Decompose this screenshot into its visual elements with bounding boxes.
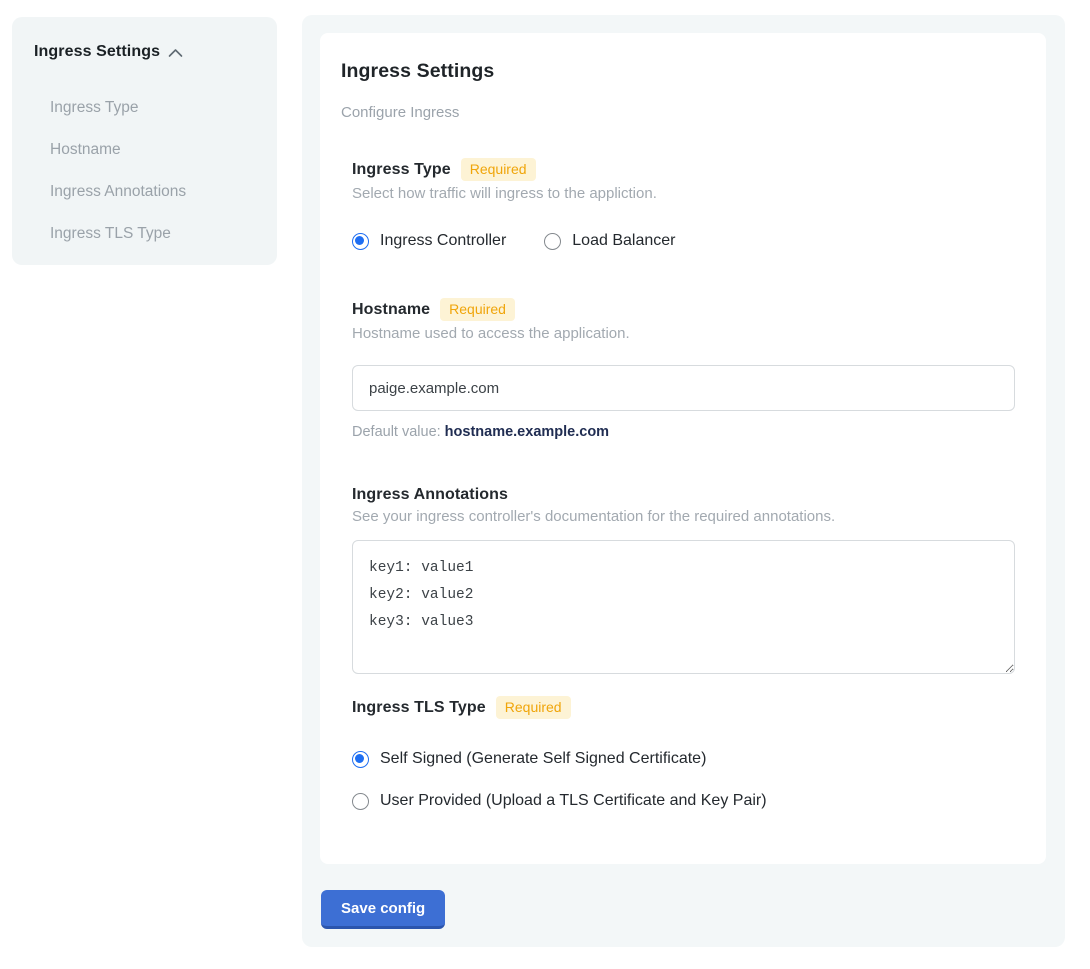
- radio-self-signed[interactable]: Self Signed (Generate Self Signed Certif…: [352, 750, 1015, 768]
- radio-user-provided[interactable]: User Provided (Upload a TLS Certificate …: [352, 792, 1015, 810]
- radio-button-icon[interactable]: [352, 751, 369, 768]
- sidebar-item-list: Ingress Type Hostname Ingress Annotation…: [34, 87, 257, 255]
- page-subtitle: Configure Ingress: [341, 104, 1015, 121]
- field-ingress-annotations: Ingress Annotations See your ingress con…: [352, 486, 1015, 674]
- required-badge: Required: [496, 696, 571, 719]
- sidebar-item-ingress-tls-type[interactable]: Ingress TLS Type: [50, 213, 257, 255]
- radio-label: Self Signed (Generate Self Signed Certif…: [380, 750, 706, 768]
- sidebar-item-ingress-annotations[interactable]: Ingress Annotations: [50, 171, 257, 213]
- required-badge: Required: [440, 298, 515, 321]
- radio-button-icon[interactable]: [352, 233, 369, 250]
- field-ingress-tls-type: Ingress TLS Type Required Self Signed (G…: [352, 696, 1015, 810]
- default-value-text: hostname.example.com: [445, 424, 609, 440]
- required-badge: Required: [461, 158, 536, 181]
- hostname-default-line: Default value:hostname.example.com: [352, 424, 1015, 440]
- sidebar-item-ingress-type[interactable]: Ingress Type: [50, 87, 257, 129]
- hostname-description: Hostname used to access the application.: [352, 325, 1015, 342]
- radio-label: Ingress Controller: [380, 232, 506, 250]
- page-title: Ingress Settings: [341, 60, 1015, 83]
- radio-button-icon[interactable]: [544, 233, 561, 250]
- radio-label: Load Balancer: [572, 232, 675, 250]
- radio-ingress-controller[interactable]: Ingress Controller: [352, 232, 506, 250]
- ingress-settings-card: Ingress Settings Configure Ingress Ingre…: [320, 33, 1046, 864]
- ingress-type-radio-group: Ingress Controller Load Balancer: [352, 232, 1015, 250]
- sidebar-section-title: Ingress Settings: [34, 43, 160, 61]
- hostname-input[interactable]: [352, 365, 1015, 411]
- sidebar-section-toggle[interactable]: Ingress Settings: [34, 43, 257, 61]
- ingress-type-label: Ingress Type: [352, 161, 451, 179]
- settings-nav-sidebar: Ingress Settings Ingress Type Hostname I…: [12, 17, 277, 265]
- sidebar-item-hostname[interactable]: Hostname: [50, 129, 257, 171]
- ingress-tls-type-label: Ingress TLS Type: [352, 699, 486, 717]
- ingress-annotations-description: See your ingress controller's documentat…: [352, 508, 1015, 525]
- hostname-label: Hostname: [352, 301, 430, 319]
- field-ingress-type: Ingress Type Required Select how traffic…: [352, 158, 1015, 250]
- radio-load-balancer[interactable]: Load Balancer: [544, 232, 675, 250]
- radio-button-icon[interactable]: [352, 793, 369, 810]
- radio-label: User Provided (Upload a TLS Certificate …: [380, 792, 767, 810]
- ingress-type-description: Select how traffic will ingress to the a…: [352, 185, 1015, 202]
- ingress-annotations-label: Ingress Annotations: [352, 486, 508, 504]
- ingress-settings-panel: Ingress Settings Configure Ingress Ingre…: [302, 15, 1065, 947]
- default-value-label: Default value:: [352, 424, 441, 440]
- ingress-annotations-textarea[interactable]: key1: value1 key2: value2 key3: value3: [352, 540, 1015, 674]
- chevron-up-icon: [168, 48, 183, 58]
- save-config-button[interactable]: Save config: [321, 890, 445, 929]
- ingress-tls-radio-group: Self Signed (Generate Self Signed Certif…: [352, 750, 1015, 810]
- field-hostname: Hostname Required Hostname used to acces…: [352, 298, 1015, 440]
